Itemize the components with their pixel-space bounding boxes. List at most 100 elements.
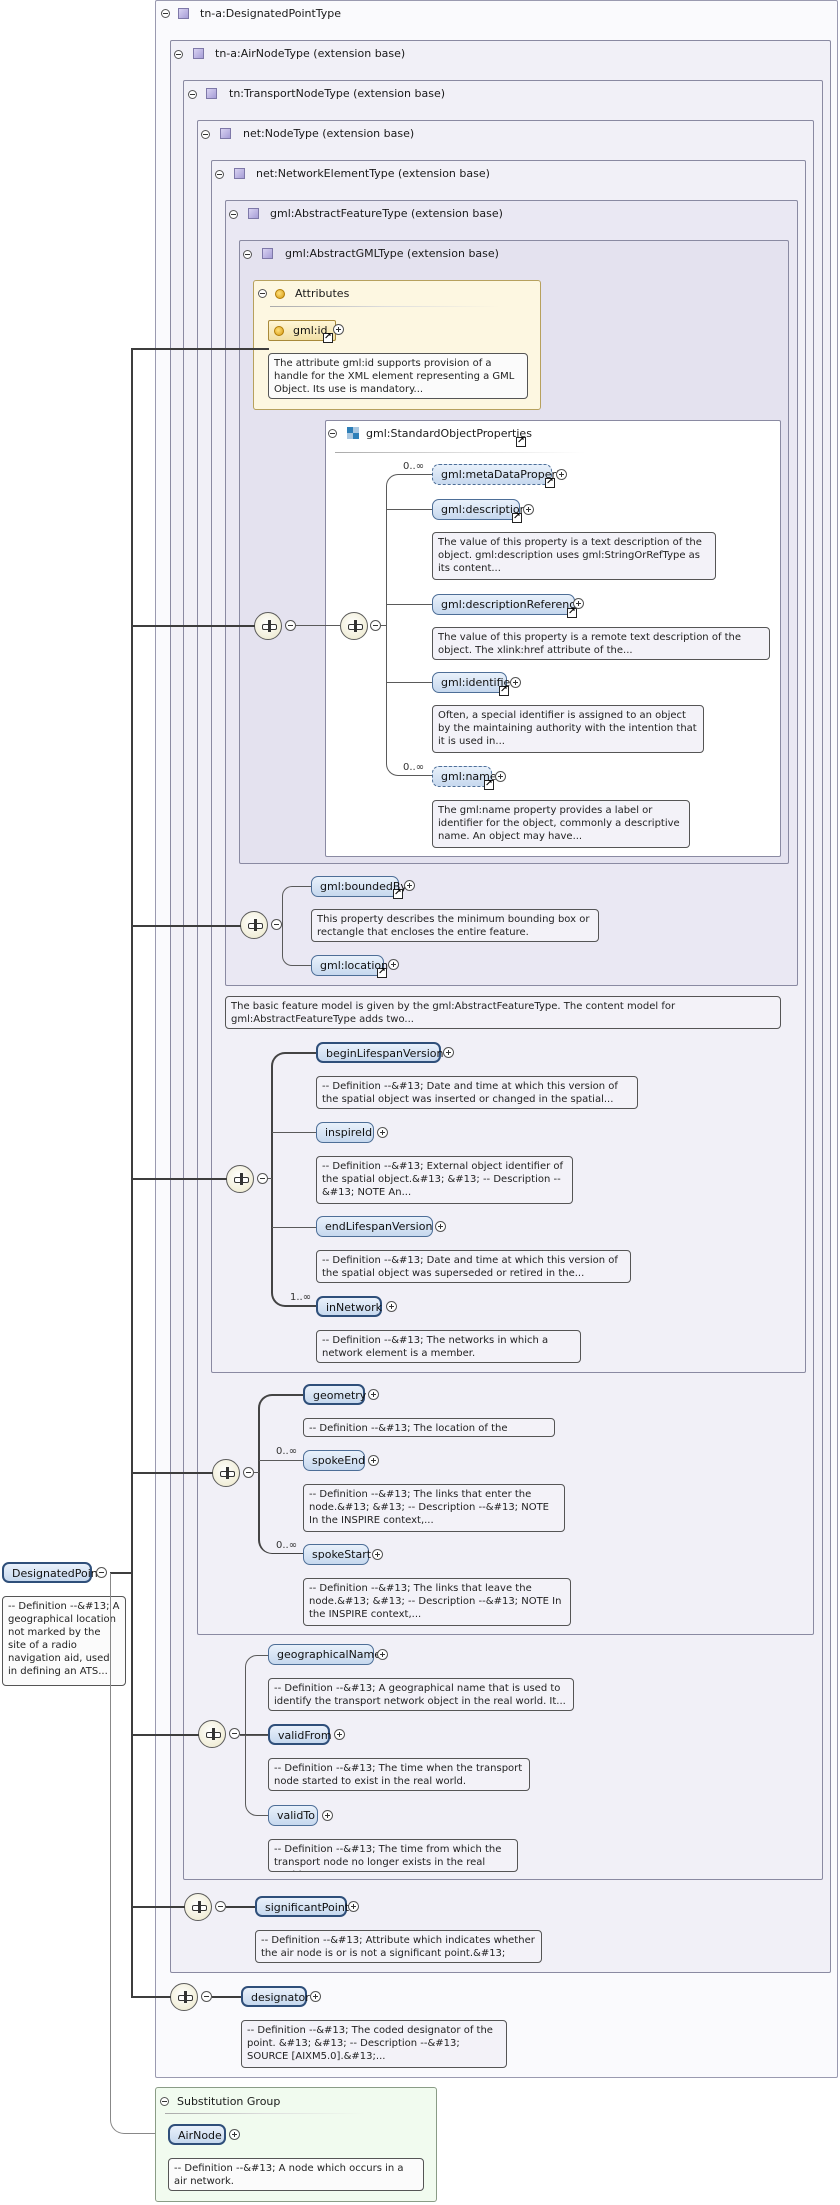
collapse-designated-point-type[interactable] [161, 9, 170, 18]
complex-type-icon [206, 88, 217, 99]
cardinality: 0..∞ [403, 762, 425, 773]
collapse-sequence[interactable] [243, 1467, 254, 1478]
connector [386, 474, 432, 776]
expand-element[interactable] [556, 469, 567, 480]
collapse-sequence[interactable] [215, 1901, 226, 1912]
collapse-sequence[interactable] [229, 1728, 240, 1739]
gml-bounded-by[interactable]: gml:boundedBy [311, 876, 407, 897]
sequence-compositor-icon[interactable] [212, 1459, 240, 1487]
abstract-gml-type-title: gml:AbstractGMLType (extension base) [285, 247, 499, 260]
collapse-network-element-type[interactable] [215, 170, 224, 179]
geometry[interactable]: geometry [303, 1384, 366, 1405]
collapse-substitution-group[interactable] [160, 2097, 169, 2106]
attribute-icon [274, 326, 284, 336]
complex-type-icon [178, 8, 189, 19]
sequence-compositor-icon[interactable] [226, 1165, 254, 1193]
gml-location[interactable]: gml:location [311, 955, 388, 976]
sequence-compositor-icon[interactable] [170, 1983, 198, 2011]
element-label: inspireId [325, 1126, 373, 1139]
connector [386, 682, 432, 683]
collapse-abstract-gml-type[interactable] [243, 250, 252, 259]
cardinality: 0..∞ [276, 1540, 298, 1551]
expand-element[interactable] [404, 880, 415, 891]
valid-from[interactable]: validFrom [268, 1724, 332, 1745]
reference-arrow-icon[interactable] [512, 513, 522, 523]
sequence-compositor-icon[interactable] [240, 911, 268, 939]
reference-arrow-icon[interactable] [484, 780, 494, 790]
air-node-element[interactable]: AirNode [168, 2124, 226, 2145]
collapse-transport-node-type[interactable] [188, 90, 197, 99]
collapse-sequence[interactable] [257, 1173, 268, 1184]
valid-to[interactable]: validTo [268, 1805, 318, 1826]
connector [386, 604, 432, 605]
geographical-name[interactable]: geographicalName [268, 1644, 381, 1665]
sequence-compositor-icon[interactable] [184, 1893, 212, 1921]
expand-element[interactable] [495, 771, 506, 782]
element-doc: The value of this property is a remote t… [432, 627, 770, 660]
expand-element[interactable] [377, 1649, 388, 1660]
collapse-abstract-feature-type[interactable] [229, 210, 238, 219]
reference-arrow-icon[interactable] [323, 333, 333, 343]
complex-type-icon [248, 208, 259, 219]
in-network[interactable]: inNetwork [316, 1296, 382, 1317]
spoke-start[interactable]: spokeStart [303, 1544, 371, 1565]
designated-point-element[interactable]: DesignatedPoint [2, 1562, 102, 1583]
inspire-id[interactable]: inspireId [316, 1122, 374, 1143]
spoke-end[interactable]: spokeEnd [303, 1450, 365, 1471]
gml-identifier[interactable]: gml:identifier [432, 672, 515, 693]
expand-element[interactable] [372, 1549, 383, 1560]
expand-element[interactable] [510, 677, 521, 688]
connector [386, 509, 432, 510]
gml-meta-data-property[interactable]: gml:metaDataProperty [432, 464, 567, 485]
expand-element[interactable] [388, 959, 399, 970]
collapse-sequence[interactable] [201, 1991, 212, 2002]
begin-lifespan-version[interactable]: beginLifespanVersion [316, 1042, 443, 1063]
expand-gml-id[interactable] [333, 324, 344, 335]
collapse-sequence[interactable] [271, 919, 282, 930]
element-doc: -- Definition --&#13; The links that ent… [303, 1484, 565, 1532]
element-doc: The gml:name property provides a label o… [432, 800, 690, 848]
reference-arrow-icon[interactable] [516, 437, 526, 447]
expand-element[interactable] [334, 1729, 345, 1740]
air-node-doc: -- Definition --&#13; A node which occur… [168, 2158, 424, 2191]
expand-element[interactable] [348, 1901, 359, 1912]
expand-element[interactable] [368, 1455, 379, 1466]
complex-type-icon [193, 48, 204, 59]
reference-arrow-icon[interactable] [377, 968, 387, 978]
collapse-attributes[interactable] [258, 289, 267, 298]
expand-element[interactable] [443, 1047, 454, 1058]
collapse-sequence[interactable] [285, 620, 296, 631]
expand-element[interactable] [377, 1127, 388, 1138]
sequence-compositor-icon[interactable] [254, 612, 282, 640]
significant-point[interactable]: significantPoint [255, 1896, 349, 1917]
collapse-designated-point[interactable] [96, 1567, 107, 1578]
expand-element[interactable] [435, 1221, 446, 1232]
substitution-separator [165, 2113, 365, 2114]
group-icon [347, 427, 359, 439]
collapse-node-type[interactable] [201, 130, 210, 139]
gml-name[interactable]: gml:name [432, 766, 497, 787]
end-lifespan-version[interactable]: endLifespanVersion [316, 1216, 433, 1237]
expand-element[interactable] [229, 2129, 240, 2140]
collapse-air-node-type[interactable] [174, 50, 183, 59]
reference-arrow-icon[interactable] [393, 889, 403, 899]
expand-element[interactable] [368, 1389, 379, 1400]
sequence-compositor-icon[interactable] [198, 1720, 226, 1748]
connector [258, 1394, 304, 1554]
transport-node-type-title: tn:TransportNodeType (extension base) [229, 87, 446, 100]
designator[interactable]: designator [241, 1986, 310, 2007]
reference-arrow-icon[interactable] [545, 478, 555, 488]
expand-element[interactable] [322, 1810, 333, 1821]
expand-element[interactable] [310, 1991, 321, 2002]
expand-element[interactable] [573, 598, 584, 609]
standard-object-properties-title: gml:StandardObjectProperties [366, 427, 532, 440]
sequence-compositor-icon[interactable] [340, 612, 368, 640]
gml-description-reference[interactable]: gml:descriptionReference [432, 594, 582, 615]
collapse-standard-object-properties[interactable] [328, 429, 337, 438]
reference-arrow-icon[interactable] [567, 608, 577, 618]
reference-arrow-icon[interactable] [499, 686, 509, 696]
expand-element[interactable] [523, 504, 534, 515]
collapse-sequence[interactable] [370, 620, 381, 631]
expand-element[interactable] [386, 1301, 397, 1312]
gml-description[interactable]: gml:description [432, 499, 527, 520]
